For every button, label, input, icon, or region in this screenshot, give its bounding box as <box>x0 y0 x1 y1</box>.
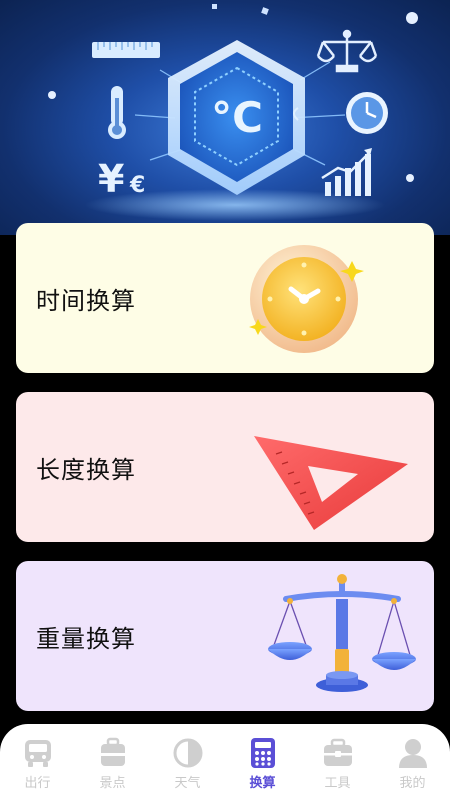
user-icon <box>398 739 427 768</box>
nav-label: 我的 <box>399 776 426 791</box>
luggage-icon <box>100 737 125 766</box>
calculator-icon <box>250 738 275 768</box>
nav-label: 景点 <box>99 776 126 791</box>
card-label: 时间换算 <box>36 287 136 315</box>
nav-item-attractions[interactable]: 景点 <box>80 736 146 791</box>
card-label: 重量换算 <box>36 625 136 653</box>
scale-icon <box>316 29 378 73</box>
nav-item-conversion[interactable]: 换算 <box>230 736 296 791</box>
thermometer-icon <box>108 86 126 139</box>
page: °C ¥ € 时间换算 长度换算 重量换算 出行 景点 天气 换算 工具 我的 <box>0 0 450 800</box>
clock-icon <box>249 245 364 353</box>
balance-scale-icon <box>268 574 416 692</box>
nav-label: 出行 <box>24 776 51 791</box>
card-label: 长度换算 <box>36 456 136 484</box>
celsius-symbol: °C <box>211 93 263 142</box>
length-conversion-card[interactable]: 长度换算 <box>16 392 434 542</box>
nav-label: 天气 <box>174 776 201 791</box>
ruler-triangle-icon <box>254 436 408 530</box>
hero-illustration: °C ¥ € <box>48 4 418 221</box>
nav-item-weather[interactable]: 天气 <box>155 736 221 791</box>
nav-item-profile[interactable]: 我的 <box>380 736 446 791</box>
bottom-navigation: 出行 景点 天气 换算 工具 我的 <box>0 724 450 800</box>
currency-symbol: ¥ <box>98 157 124 201</box>
clock-icon-hero <box>346 92 388 134</box>
hero-banner: °C ¥ € <box>0 0 450 235</box>
toolbox-icon <box>323 738 352 766</box>
ruler-icon <box>92 42 160 58</box>
nav-label: 换算 <box>249 776 276 791</box>
bus-icon <box>24 740 51 767</box>
time-conversion-card[interactable]: 时间换算 <box>16 223 434 373</box>
svg-text:€: € <box>129 173 145 198</box>
half-circle-icon <box>173 738 202 768</box>
nav-item-travel[interactable]: 出行 <box>5 736 71 791</box>
bar-chart-icon <box>321 148 372 196</box>
nav-label: 工具 <box>324 776 351 791</box>
weight-conversion-card[interactable]: 重量换算 <box>16 561 434 711</box>
nav-item-tools[interactable]: 工具 <box>305 736 371 791</box>
